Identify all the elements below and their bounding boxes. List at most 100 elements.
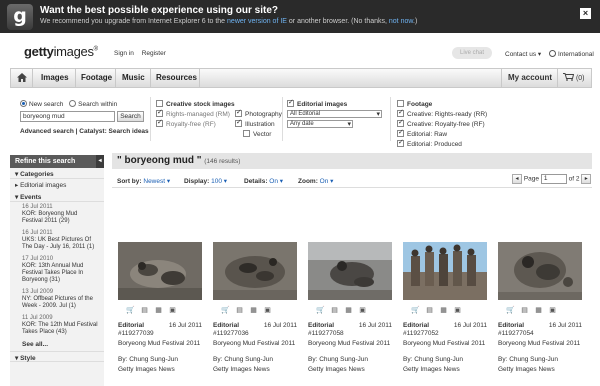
download-icon[interactable]: ▦ bbox=[344, 307, 353, 315]
image-title[interactable]: Boryeong Mud Festival 2011 bbox=[213, 340, 295, 347]
image-photographer[interactable]: By: Chung Sung-Jun bbox=[308, 356, 368, 363]
similar-icon[interactable]: ▣ bbox=[168, 307, 177, 315]
my-account-link[interactable]: My account bbox=[508, 73, 552, 82]
image-photographer[interactable]: By: Chung Sung-Jun bbox=[403, 356, 463, 363]
not-now-link[interactable]: not now bbox=[389, 18, 413, 25]
download-icon[interactable]: ▦ bbox=[154, 307, 163, 315]
style-section[interactable]: ▾ Style bbox=[10, 351, 104, 362]
download-icon[interactable]: ▦ bbox=[534, 307, 543, 315]
lightbox-icon[interactable]: ▤ bbox=[520, 307, 529, 315]
editorial-date-select[interactable]: Any date bbox=[287, 120, 353, 128]
image-title[interactable]: Boryeong Mud Festival 2011 bbox=[498, 340, 580, 347]
event-item[interactable]: 13 Jul 2009 NY: Offbeat Pictures of the W… bbox=[10, 287, 104, 313]
event-item[interactable]: 11 Jul 2009 KOR: The 12th Mud Festival Ta… bbox=[10, 313, 104, 339]
event-item[interactable]: 17 Jul 2010 KOR: 13th Annual Mud Festival… bbox=[10, 254, 104, 287]
see-all-link[interactable]: See all... bbox=[10, 339, 104, 351]
editorial-option[interactable]: Editorial images bbox=[287, 98, 382, 108]
result-card[interactable]: 🛒 ▤ ▦ ▣ Editorial 16 Jul 2011 #119277036 Bor… bbox=[213, 242, 297, 386]
lightbox-icon[interactable]: ▤ bbox=[330, 307, 339, 315]
contact-us-link[interactable]: Contact us ▾ bbox=[505, 50, 541, 58]
result-thumbnail[interactable] bbox=[498, 242, 582, 300]
footage-option[interactable]: Footage bbox=[397, 100, 487, 108]
editorial-type-select[interactable]: All Editorial bbox=[287, 110, 382, 118]
live-chat-button[interactable]: Live chat bbox=[452, 47, 492, 59]
cart-icon[interactable]: 🛒 bbox=[506, 307, 515, 315]
image-source[interactable]: Getty Images News bbox=[498, 366, 555, 373]
next-page-icon[interactable]: ▸ bbox=[581, 174, 592, 184]
international-link[interactable]: International bbox=[549, 50, 594, 58]
site-logo[interactable]: gettyimages® bbox=[24, 44, 98, 59]
nav-resources[interactable]: Resources bbox=[156, 73, 197, 82]
image-title[interactable]: Boryeong Mud Festival 2011 bbox=[118, 340, 200, 347]
download-icon[interactable]: ▦ bbox=[249, 307, 258, 315]
result-card[interactable]: 🛒 ▤ ▦ ▣ Editorial 16 Jul 2011 #119277039 Bor… bbox=[118, 242, 202, 386]
cart-button[interactable]: (0) bbox=[563, 73, 585, 82]
nav-footage[interactable]: Footage bbox=[81, 73, 112, 82]
search-button[interactable]: Search bbox=[117, 111, 144, 122]
search-input[interactable]: boryeong mud bbox=[20, 111, 115, 122]
image-source[interactable]: Getty Images News bbox=[308, 366, 365, 373]
image-source[interactable]: Getty Images News bbox=[403, 366, 460, 373]
cart-icon[interactable]: 🛒 bbox=[316, 307, 325, 315]
sort-control[interactable]: Sort by: Newest ▾ bbox=[117, 177, 170, 185]
result-thumbnail[interactable] bbox=[403, 242, 487, 300]
rf-option[interactable]: Royalty-free (RF) bbox=[156, 118, 235, 128]
collapse-arrow-icon[interactable]: ◂ bbox=[96, 155, 104, 168]
result-thumbnail[interactable] bbox=[213, 242, 297, 300]
display-control[interactable]: Display: 100 ▾ bbox=[184, 177, 227, 185]
event-item[interactable]: 16 Jul 2011 UKS: UK Best Pictures Of The … bbox=[10, 228, 104, 254]
new-search-radio[interactable]: New search bbox=[20, 100, 63, 108]
prev-page-icon[interactable]: ◂ bbox=[512, 174, 522, 184]
image-title[interactable]: Boryeong Mud Festival 2011 bbox=[403, 340, 485, 347]
sign-in-link[interactable]: Sign in bbox=[114, 50, 134, 57]
image-title[interactable]: Boryeong Mud Festival 2011 bbox=[308, 340, 390, 347]
event-item[interactable]: 16 Jul 2011 KOR: Boryeong Mud Festival 20… bbox=[10, 202, 104, 228]
download-icon[interactable]: ▦ bbox=[439, 307, 448, 315]
illustration-option[interactable]: Illustration bbox=[235, 118, 282, 128]
details-control[interactable]: Details: On ▾ bbox=[244, 177, 283, 185]
result-card[interactable]: 🛒 ▤ ▦ ▣ Editorial 16 Jul 2011 #119277052 Bor… bbox=[403, 242, 487, 386]
footage-rr-option[interactable]: Creative: Rights-ready (RR) bbox=[397, 108, 487, 118]
register-link[interactable]: Register bbox=[142, 50, 166, 57]
similar-icon[interactable]: ▣ bbox=[263, 307, 272, 315]
events-section[interactable]: ▾ Events bbox=[10, 191, 104, 202]
result-thumbnail[interactable] bbox=[308, 242, 392, 300]
close-banner-icon[interactable]: × bbox=[580, 8, 591, 19]
lightbox-icon[interactable]: ▤ bbox=[235, 307, 244, 315]
cart-icon[interactable]: 🛒 bbox=[126, 307, 135, 315]
search-within-radio[interactable]: Search within bbox=[69, 100, 117, 108]
cart-icon[interactable]: 🛒 bbox=[411, 307, 420, 315]
categories-section[interactable]: ▾ Categories bbox=[10, 168, 104, 179]
footage-produced-option[interactable]: Editorial: Produced bbox=[397, 138, 487, 148]
zoom-control[interactable]: Zoom: On ▾ bbox=[298, 177, 333, 185]
cart-icon[interactable]: 🛒 bbox=[221, 307, 230, 315]
image-photographer[interactable]: By: Chung Sung-Jun bbox=[213, 356, 273, 363]
similar-icon[interactable]: ▣ bbox=[453, 307, 462, 315]
advanced-search-link[interactable]: Advanced search bbox=[20, 128, 74, 135]
rm-option[interactable]: Rights-managed (RM) bbox=[156, 108, 235, 118]
lightbox-icon[interactable]: ▤ bbox=[425, 307, 434, 315]
newer-ie-link[interactable]: newer version of IE bbox=[227, 18, 287, 25]
image-photographer[interactable]: By: Chung Sung-Jun bbox=[118, 356, 178, 363]
creative-option[interactable]: Creative stock images bbox=[156, 100, 235, 108]
page-number-input[interactable]: 1 bbox=[540, 174, 567, 184]
nav-images[interactable]: Images bbox=[41, 73, 69, 82]
details-label: Details: bbox=[244, 178, 268, 185]
result-card[interactable]: 🛒 ▤ ▦ ▣ Editorial 16 Jul 2011 #119277054 Bor… bbox=[498, 242, 582, 386]
result-card[interactable]: 🛒 ▤ ▦ ▣ Editorial 16 Jul 2011 #119277058 Bor… bbox=[308, 242, 392, 386]
image-source[interactable]: Getty Images News bbox=[213, 366, 270, 373]
similar-icon[interactable]: ▣ bbox=[358, 307, 367, 315]
footage-rf-option[interactable]: Creative: Royalty-free (RF) bbox=[397, 118, 487, 128]
similar-icon[interactable]: ▣ bbox=[548, 307, 557, 315]
home-button[interactable] bbox=[11, 69, 33, 87]
result-thumbnail[interactable] bbox=[118, 242, 202, 300]
image-photographer[interactable]: By: Chung Sung-Jun bbox=[498, 356, 558, 363]
footage-raw-option[interactable]: Editorial: Raw bbox=[397, 128, 487, 138]
vector-option[interactable]: Vector bbox=[235, 130, 282, 138]
image-source[interactable]: Getty Images News bbox=[118, 366, 175, 373]
nav-music[interactable]: Music bbox=[122, 73, 145, 82]
catalyst-link[interactable]: Catalyst: Search ideas bbox=[79, 128, 148, 135]
editorial-images-filter[interactable]: ▸ Editorial images bbox=[10, 179, 104, 191]
photography-option[interactable]: Photography bbox=[235, 108, 282, 118]
lightbox-icon[interactable]: ▤ bbox=[140, 307, 149, 315]
